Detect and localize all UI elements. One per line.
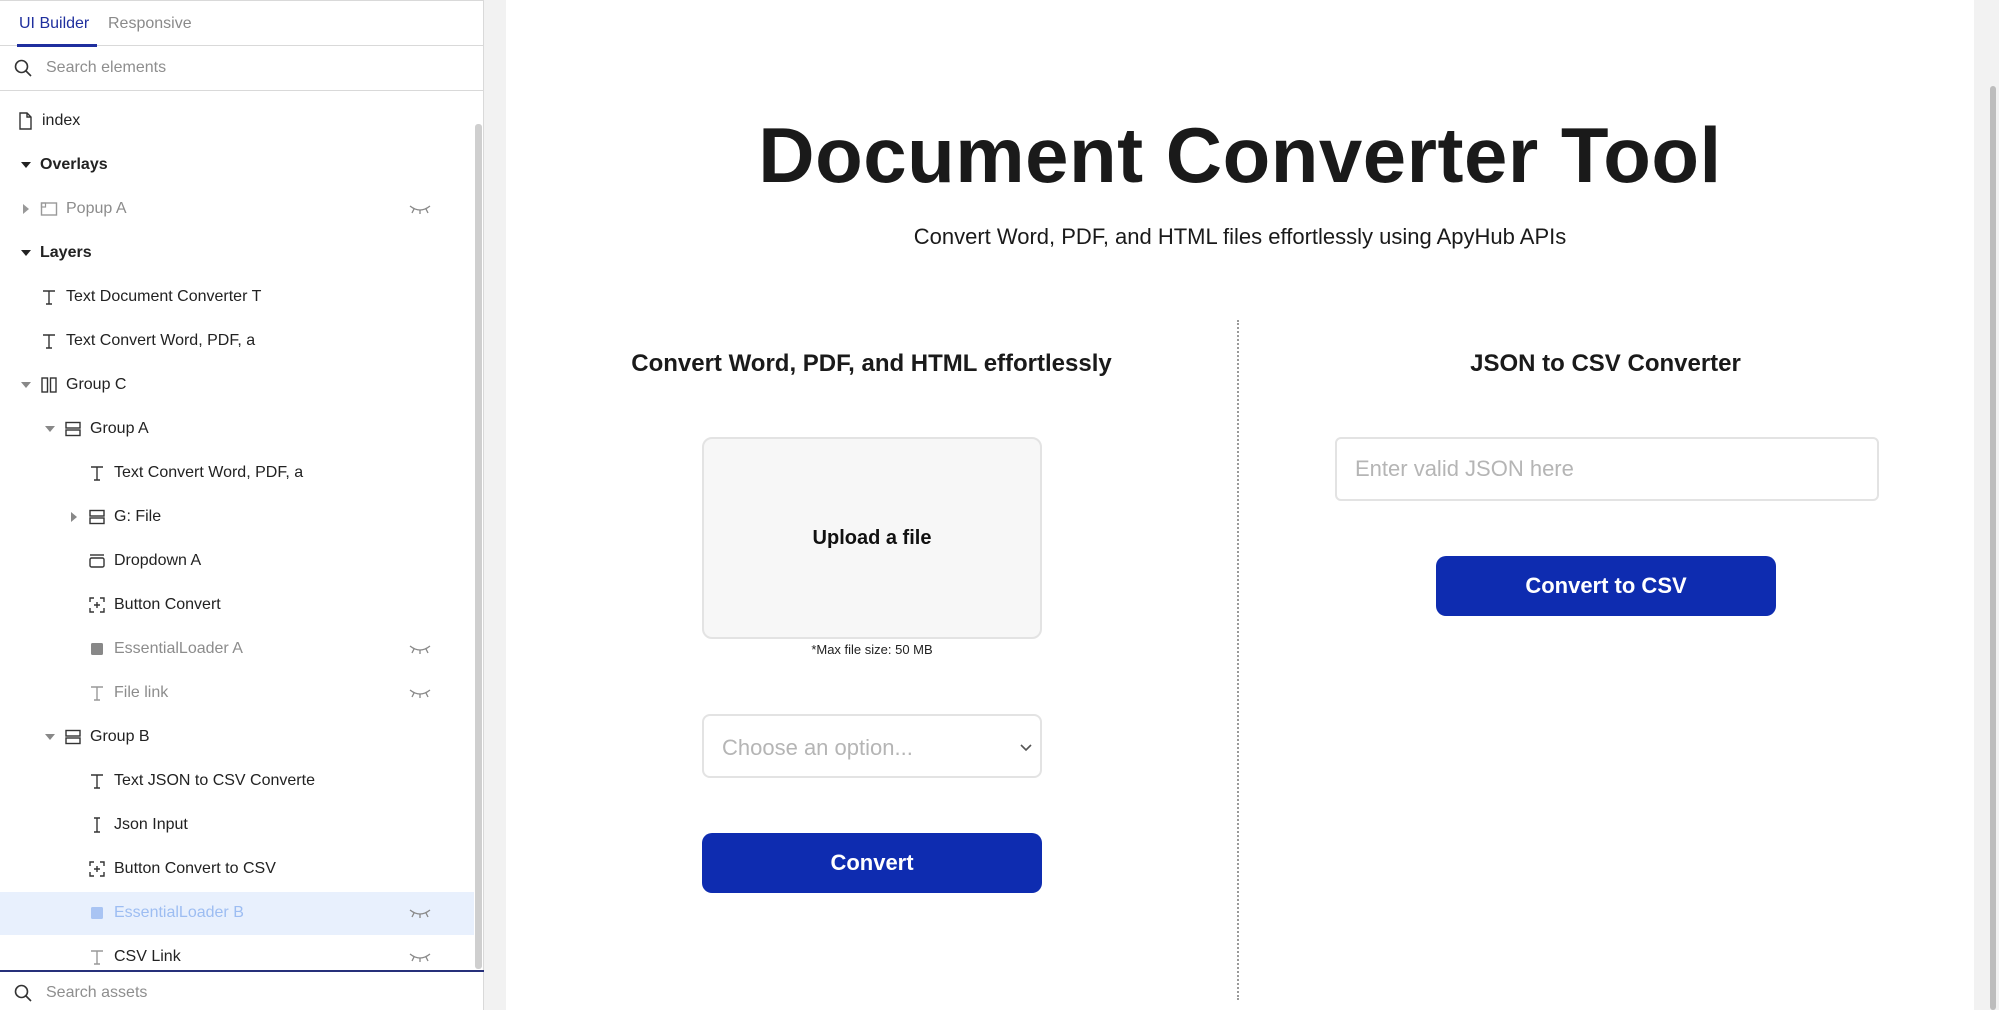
sidebar-tabs: UI Builder Responsive <box>0 0 484 47</box>
tree-item-button-convert-csv[interactable]: Button Convert to CSV <box>0 848 474 891</box>
dropdown-icon <box>89 554 105 568</box>
tree-item-label: CSV Link <box>114 948 181 965</box>
square-icon <box>91 643 103 655</box>
tree-item-text-json-heading[interactable]: Text JSON to CSV Converte <box>0 760 474 803</box>
tree-item-label: EssentialLoader A <box>114 640 243 657</box>
row-group-icon <box>65 729 81 745</box>
left-column-heading: Convert Word, PDF, and HTML effortlessly <box>631 350 1112 377</box>
text-icon <box>91 774 103 789</box>
caret-down-icon <box>45 734 55 740</box>
page-title: Document Converter Tool <box>758 111 1722 199</box>
tree-item-label: Popup A <box>66 200 127 217</box>
max-file-size-note: *Max file size: 50 MB <box>811 642 933 657</box>
tree-section-layers[interactable]: Layers <box>0 232 474 275</box>
tree-item-json-input[interactable]: Json Input <box>0 804 474 847</box>
text-icon <box>43 290 55 305</box>
hidden-eye-icon[interactable] <box>409 203 431 215</box>
page-subtitle: Convert Word, PDF, and HTML files effort… <box>913 224 1567 249</box>
tree-item-group-a[interactable]: Group A <box>0 408 474 451</box>
tree-item-label: Button Convert <box>114 596 221 613</box>
tree-item-popup-a[interactable]: Popup A <box>0 188 474 231</box>
search-assets-placeholder: Search assets <box>46 984 148 1001</box>
tree-item-group-b[interactable]: Group B <box>0 716 474 759</box>
dropdown-placeholder: Choose an option... <box>722 735 913 760</box>
search-icon <box>14 59 32 77</box>
text-icon <box>43 334 55 349</box>
caret-right-icon <box>71 512 77 522</box>
tree-item-text-title[interactable]: Text Document Converter T <box>0 276 474 319</box>
json-input[interactable] <box>1335 437 1879 501</box>
tree-item-text-left-heading[interactable]: Text Convert Word, PDF, a <box>0 452 474 495</box>
tree-item-label: Json Input <box>114 816 188 833</box>
tree-item-group-c[interactable]: Group C <box>0 364 474 407</box>
file-upload-dropzone[interactable]: Upload a file <box>702 437 1042 639</box>
tree-item-label: File link <box>114 684 169 701</box>
page-icon <box>19 112 32 130</box>
row-group-icon <box>65 421 81 437</box>
text-icon <box>91 950 103 965</box>
button-icon <box>89 861 105 877</box>
search-elements[interactable]: Search elements <box>0 47 484 91</box>
right-column-heading: JSON to CSV Converter <box>1470 350 1741 377</box>
tree-item-label: Layers <box>40 244 92 261</box>
tree-item-label: Text JSON to CSV Converte <box>114 772 315 789</box>
tree-item-text-subtitle[interactable]: Text Convert Word, PDF, a <box>0 320 474 363</box>
tree-item-button-convert[interactable]: Button Convert <box>0 584 474 627</box>
tree-item-g-file[interactable]: G: File <box>0 496 474 539</box>
convert-to-csv-button[interactable]: Convert to CSV <box>1436 556 1776 616</box>
tree-item-essentialloader-a[interactable]: EssentialLoader A <box>0 628 474 671</box>
hidden-eye-icon[interactable] <box>409 951 431 963</box>
square-icon <box>91 907 103 919</box>
tree-item-label: Group A <box>90 420 149 437</box>
popup-icon <box>40 202 58 216</box>
tree-item-dropdown-a[interactable]: Dropdown A <box>0 540 474 583</box>
caret-right-icon <box>23 204 29 214</box>
tree-item-label: Text Convert Word, PDF, a <box>66 332 256 349</box>
format-dropdown[interactable]: Choose an option... <box>702 714 1042 778</box>
row-group-icon <box>89 509 105 525</box>
tree-item-label: Group B <box>90 728 150 745</box>
caret-down-icon <box>45 426 55 432</box>
tree-item-label: index <box>42 112 81 129</box>
tree-section-overlays[interactable]: Overlays <box>0 144 474 187</box>
tree-item-essentialloader-b[interactable]: EssentialLoader B <box>0 892 474 935</box>
hidden-eye-icon[interactable] <box>409 687 431 699</box>
search-elements-placeholder: Search elements <box>46 59 167 76</box>
tree-item-label: Dropdown A <box>114 552 202 569</box>
tab-responsive[interactable]: Responsive <box>108 15 192 33</box>
column-divider <box>1237 320 1239 1000</box>
text-icon <box>91 466 103 481</box>
chevron-down-icon <box>1020 744 1032 752</box>
tree-item-label: Text Convert Word, PDF, a <box>114 464 304 481</box>
page-canvas: Document Converter Tool Convert Word, PD… <box>506 0 1974 1010</box>
hidden-eye-icon[interactable] <box>409 643 431 655</box>
tree-item-file-link[interactable]: File link <box>0 672 474 715</box>
tab-ui-builder[interactable]: UI Builder <box>19 15 89 33</box>
tree-item-label: EssentialLoader B <box>114 904 244 921</box>
tree-item-index[interactable]: index <box>0 100 474 143</box>
layers-sidebar: UI Builder Responsive Search elements in… <box>0 0 484 1010</box>
input-icon <box>94 817 100 833</box>
search-icon <box>14 984 32 1002</box>
convert-button[interactable]: Convert <box>702 833 1042 893</box>
column-group-icon <box>41 377 57 393</box>
caret-down-icon <box>21 382 31 388</box>
text-icon <box>91 686 103 701</box>
button-icon <box>89 597 105 613</box>
upload-label: Upload a file <box>812 527 932 549</box>
tree-item-label: Overlays <box>40 156 108 173</box>
canvas-scrollbar[interactable] <box>1990 86 1996 1010</box>
tree-item-label: Button Convert to CSV <box>114 860 276 877</box>
tree-item-label: Group C <box>66 376 127 393</box>
tree-item-label: Text Document Converter T <box>66 288 262 305</box>
hidden-eye-icon[interactable] <box>409 907 431 919</box>
tree-item-label: G: File <box>114 508 162 525</box>
caret-down-icon <box>21 250 31 256</box>
caret-down-icon <box>21 162 31 168</box>
search-assets[interactable]: Search assets <box>0 970 484 1010</box>
sidebar-scrollbar[interactable] <box>475 124 482 969</box>
